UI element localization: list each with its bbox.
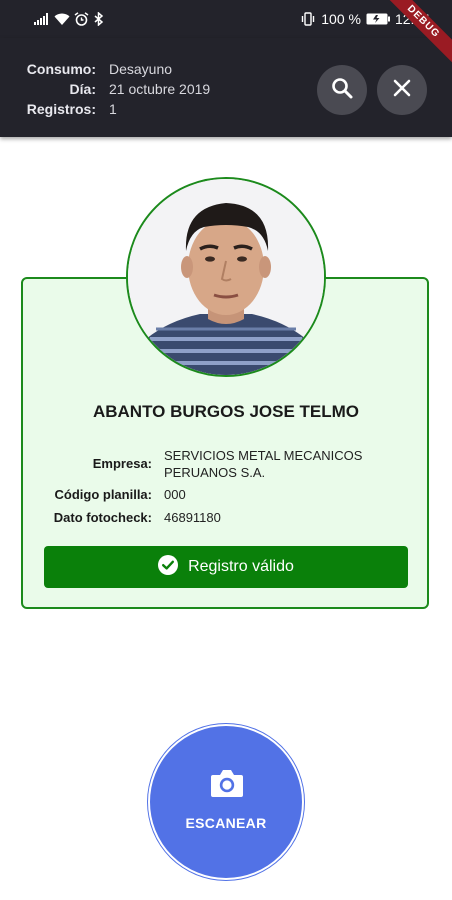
- close-icon: [391, 77, 413, 104]
- valid-status-label: Registro válido: [188, 558, 294, 575]
- empresa-label: Empresa:: [92, 456, 152, 471]
- dato-fotocheck-value: 46891180: [164, 510, 221, 525]
- bluetooth-icon: [93, 12, 105, 26]
- check-circle-icon: [158, 554, 179, 580]
- registros-value: 1: [109, 101, 117, 117]
- dia-label: Día:: [69, 81, 96, 97]
- info-row-consumo: Consumo: Desayuno: [24, 59, 210, 79]
- info-row-dia: Día: 21 octubre 2019: [24, 79, 211, 99]
- alarm-icon: [74, 12, 89, 26]
- employee-photo: [126, 177, 326, 377]
- scan-button[interactable]: ESCANEAR: [148, 724, 304, 880]
- status-icons-left: [34, 11, 105, 27]
- wifi-icon: [54, 13, 70, 25]
- dia-value: 21 octubre 2019: [109, 81, 211, 97]
- search-icon: [330, 76, 354, 105]
- scan-button-label: ESCANEAR: [185, 815, 267, 831]
- empresa-value: SERVICIOS METAL MECANICOS PERUANOS S.A.: [164, 448, 363, 480]
- codigo-planilla-value: 000: [164, 487, 186, 502]
- consumo-label: Consumo:: [26, 61, 96, 77]
- battery-icon: [366, 13, 390, 25]
- valid-status-banner: Registro válido: [44, 546, 408, 588]
- battery-percent: 100 %: [321, 11, 361, 27]
- app-header: Consumo: Desayuno Día: 21 octubre 2019 R…: [0, 38, 452, 137]
- dato-fotocheck-label: Dato fotocheck:: [53, 510, 152, 525]
- info-row-registros: Registros: 1: [24, 99, 210, 119]
- close-button[interactable]: [377, 65, 427, 115]
- registros-label: Registros:: [26, 101, 96, 117]
- consumo-value: Desayuno: [109, 61, 173, 77]
- status-bar: 100 % 12:44 DEBUG: [0, 0, 452, 67]
- search-button[interactable]: [317, 65, 367, 115]
- camera-icon: [210, 768, 244, 803]
- session-info: Consumo: Desayuno Día: 21 octubre 2019 R…: [24, 59, 210, 119]
- vibrate-icon: [300, 12, 316, 26]
- signal-icon: [34, 13, 50, 25]
- codigo-planilla-label: Código planilla:: [54, 487, 153, 502]
- employee-name: ABANTO BURGOS JOSE TELMO: [92, 402, 360, 421]
